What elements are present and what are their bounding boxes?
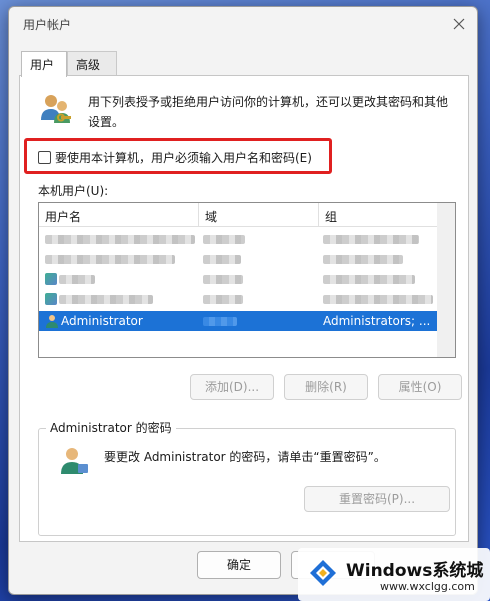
password-groupbox xyxy=(38,428,456,536)
redacted-username xyxy=(59,275,95,284)
redacted-group xyxy=(323,295,433,304)
password-instruction: 要更改 Administrator 的密码，请单击“重置密码”。 xyxy=(104,450,386,464)
user-icon xyxy=(45,273,57,285)
redacted-username xyxy=(45,255,175,264)
users-list[interactable]: 用户名 域 组 Administrator Administrators; ..… xyxy=(38,202,456,358)
redacted-group xyxy=(323,275,415,284)
admin-user-icon xyxy=(46,315,58,328)
admin-username: Administrator xyxy=(61,314,143,328)
redacted-group xyxy=(323,255,403,264)
watermark-url: www.wxclgg.com xyxy=(380,580,475,593)
redacted-group xyxy=(323,235,419,244)
admin-group: Administrators; ... xyxy=(323,314,431,328)
user-accounts-dialog: 用户帐户 用户 高级 用下列表授予或拒绝用户访问你的计算机，还可以更改其密码和其… xyxy=(8,6,478,595)
require-login-row[interactable]: 要使用本计算机，用户必须输入用户名和密码(E) xyxy=(38,149,312,166)
windows-logo-icon xyxy=(310,560,336,586)
intro-text: 用下列表授予或拒绝用户访问你的计算机，还可以更改其密码和其他设置。 xyxy=(88,95,449,129)
reset-password-button[interactable]: 重置密码(P)... xyxy=(304,486,450,512)
ok-button[interactable]: 确定 xyxy=(197,551,281,579)
redacted-domain xyxy=(203,235,245,244)
users-key-icon xyxy=(41,95,71,123)
watermark-title: Windows系统城 xyxy=(346,561,484,581)
add-user-button[interactable]: 添加(D)... xyxy=(190,374,274,400)
title-bar: 用户帐户 xyxy=(9,7,477,41)
table-row[interactable] xyxy=(39,289,437,309)
properties-button[interactable]: 属性(O) xyxy=(378,374,462,400)
users-tab-panel: 用下列表授予或拒绝用户访问你的计算机，还可以更改其密码和其他设置。 要使用本计算… xyxy=(19,75,469,542)
require-login-label[interactable]: 要使用本计算机，用户必须输入用户名和密码(E) xyxy=(55,149,312,166)
column-header-group[interactable]: 组 xyxy=(319,203,439,227)
local-users-label: 本机用户(U): xyxy=(38,184,109,198)
table-row[interactable] xyxy=(39,229,437,249)
list-header: 用户名 域 组 xyxy=(39,203,437,227)
redacted-domain xyxy=(203,255,241,264)
site-watermark: Windows系统城 www.wxclgg.com xyxy=(298,548,490,601)
admin-password-icon xyxy=(61,448,88,474)
table-row[interactable] xyxy=(39,269,437,289)
redacted-domain xyxy=(203,295,243,304)
password-group-title: Administrator 的密码 xyxy=(46,419,176,436)
table-row-selected[interactable]: Administrator Administrators; ... xyxy=(39,311,437,331)
tab-users[interactable]: 用户 xyxy=(21,51,67,77)
redacted-username xyxy=(59,295,153,304)
column-header-domain[interactable]: 域 xyxy=(199,203,319,227)
user-icon xyxy=(45,293,57,305)
column-header-username[interactable]: 用户名 xyxy=(39,203,199,227)
remove-user-button[interactable]: 删除(R) xyxy=(284,374,368,400)
window-title: 用户帐户 xyxy=(23,18,72,32)
list-scrollbar[interactable] xyxy=(437,203,455,357)
redacted-username xyxy=(45,235,195,244)
table-row[interactable] xyxy=(39,249,437,269)
redacted-domain xyxy=(203,317,237,326)
close-icon[interactable] xyxy=(451,16,467,32)
redacted-domain xyxy=(203,275,243,284)
require-login-checkbox[interactable] xyxy=(38,151,51,164)
tab-advanced[interactable]: 高级 xyxy=(67,51,117,75)
